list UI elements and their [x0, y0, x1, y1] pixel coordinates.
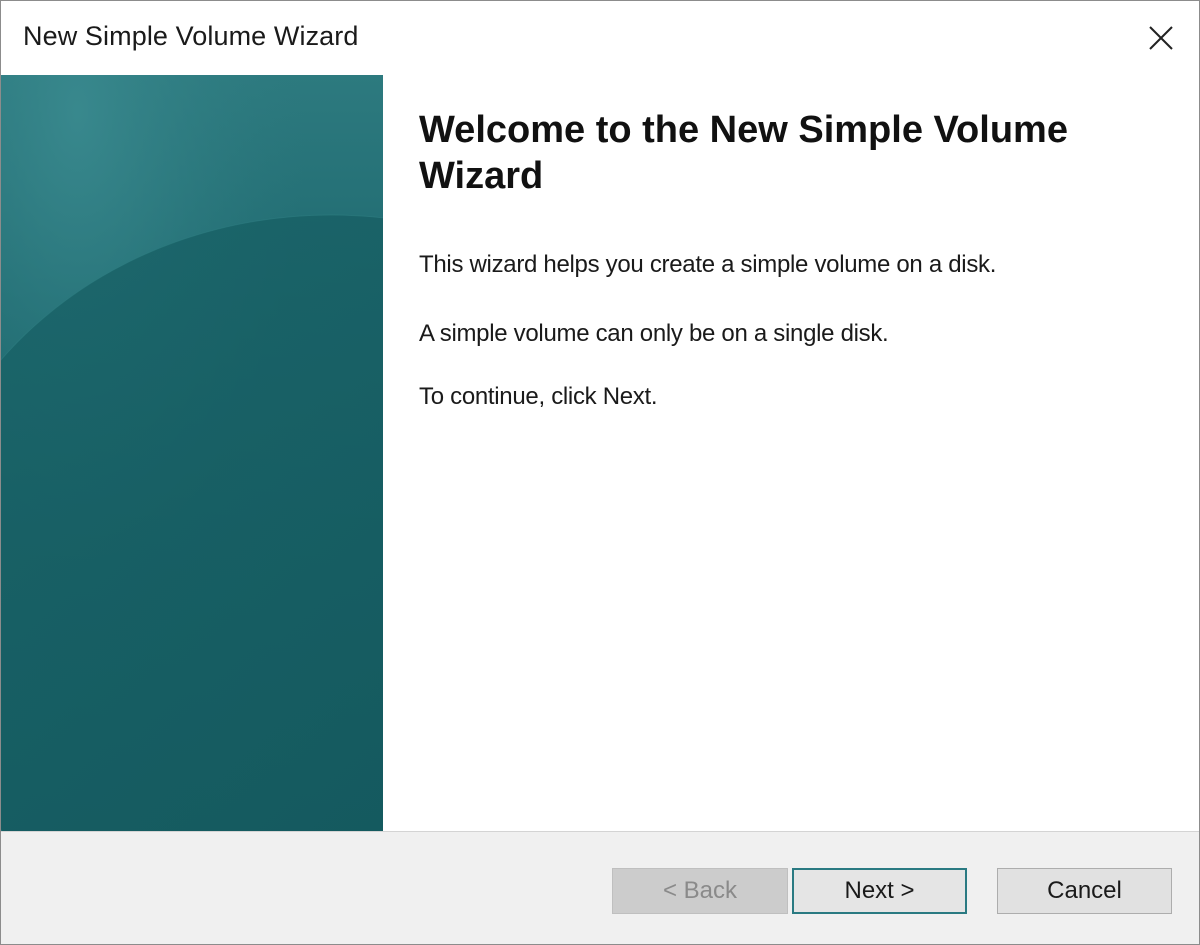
- back-button-label: < Back: [662, 877, 738, 904]
- close-icon: [1149, 26, 1173, 50]
- wizard-side-banner: [1, 75, 383, 831]
- cancel-button[interactable]: Cancel: [997, 868, 1172, 914]
- close-button[interactable]: [1123, 1, 1199, 75]
- next-button[interactable]: Next >: [792, 868, 967, 914]
- description-text: This wizard helps you create a simple vo…: [419, 251, 997, 278]
- wizard-window: New Simple Volume Wizard Welcome to the …: [0, 0, 1200, 945]
- focus-rect: [797, 873, 962, 909]
- cancel-button-label: Cancel: [1047, 877, 1122, 904]
- wizard-heading: Welcome to the New Simple Volume Wizard: [419, 109, 1068, 197]
- title-bar: New Simple Volume Wizard: [1, 1, 1199, 75]
- instruction-text: To continue, click Next.: [419, 383, 658, 410]
- button-bar: < Back Next > Cancel: [1, 831, 1199, 944]
- wizard-content: Welcome to the New Simple Volume Wizard …: [383, 75, 1199, 831]
- constraint-text: A simple volume can only be on a single …: [419, 320, 889, 347]
- banner-graphic: [1, 75, 383, 831]
- window-title: New Simple Volume Wizard: [23, 21, 359, 51]
- back-button[interactable]: < Back: [612, 868, 788, 914]
